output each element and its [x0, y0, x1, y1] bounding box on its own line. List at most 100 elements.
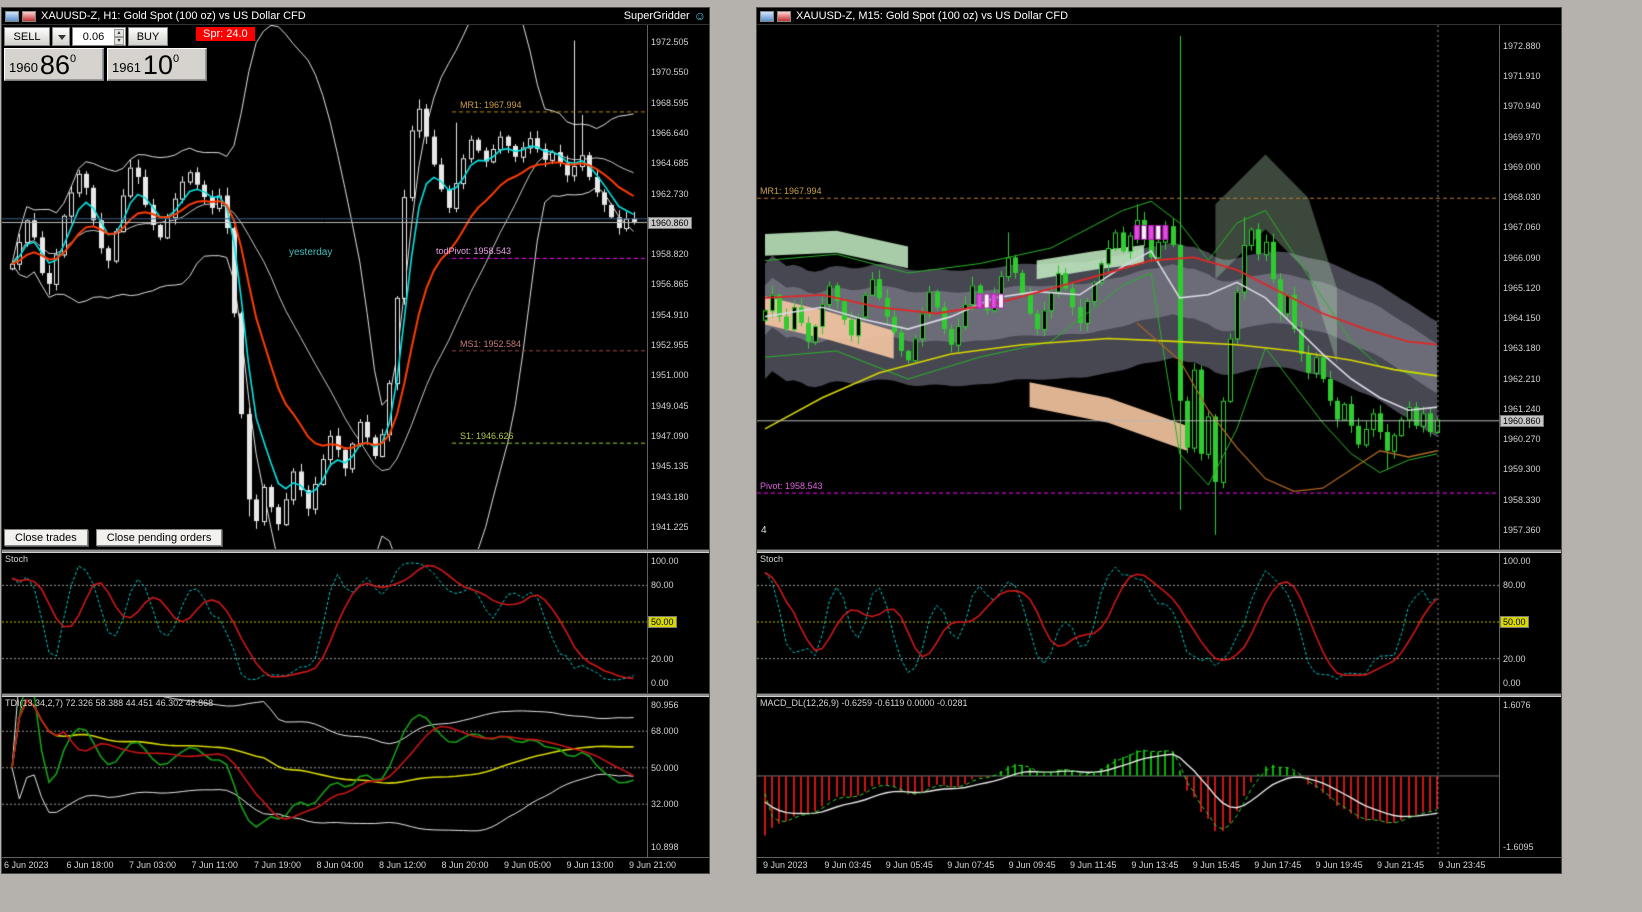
lot-size-value: 0.06 [82, 30, 105, 43]
price-tick: 10.898 [651, 842, 679, 852]
ea-name-label: SuperGridder [623, 10, 690, 22]
time-axis-h1[interactable]: 6 Jun 2023 6 Jun 18:00 7 Jun 03:00 7 Jun 11… [2, 857, 709, 873]
price-tick: 50.000 [651, 762, 679, 773]
main-chart-canvas-m15[interactable] [757, 25, 1499, 549]
time-label: 9 Jun 19:45 [1315, 860, 1363, 870]
ask-price-point: 0 [172, 53, 180, 65]
time-label: 9 Jun 09:45 [1008, 860, 1056, 870]
time-label: 9 Jun 03:45 [824, 860, 872, 870]
time-label: 7 Jun 03:00 [129, 860, 177, 870]
time-label: 9 Jun 05:00 [504, 860, 552, 870]
price-tick: 0.00 [651, 678, 669, 688]
bid-price-main: 1960 [9, 60, 38, 75]
price-axis-h1[interactable]: 1972.505 1970.550 1968.595 1966.640 1964.685… [647, 25, 709, 549]
lot-dropdown-button[interactable] [52, 27, 70, 46]
time-label: 8 Jun 20:00 [441, 860, 489, 870]
lot-decrease-button[interactable]: ▾ [114, 37, 124, 45]
level-label: MR1: 1967.994 [460, 99, 522, 110]
stray-label: 4 [761, 525, 767, 536]
level-label: MS1: 1952.584 [460, 338, 522, 349]
price-tick: 1964.685 [651, 158, 689, 169]
time-label: 9 Jun 11:45 [1070, 860, 1117, 870]
chart-icon [5, 10, 19, 22]
price-tick: 1968.030 [1503, 192, 1541, 203]
time-axis-m15[interactable]: 9 Jun 2023 9 Jun 03:45 9 Jun 05:45 9 Jun 07… [757, 857, 1561, 873]
stoch-axis-m15[interactable]: 100.00 80.00 20.00 0.00 50.00 [1499, 553, 1561, 693]
stoch-canvas-h1[interactable] [2, 553, 647, 693]
current-price-badge: 50.00 [1500, 616, 1529, 628]
indicator-icon [777, 10, 791, 22]
time-label: 9 Jun 21:00 [629, 860, 677, 870]
price-tick: 1943.180 [651, 491, 689, 502]
price-tick: 1963.180 [1503, 343, 1541, 354]
window-title: XAUUSD-Z, M15: Gold Spot (100 oz) vs US … [796, 10, 1069, 22]
spread-badge: Spr: 24.0 [196, 27, 255, 41]
macd-canvas[interactable] [757, 697, 1499, 857]
price-tick: 1966.640 [651, 127, 689, 138]
close-pending-orders-button[interactable]: Close pending orders [95, 529, 223, 546]
current-price-badge: 1960.860 [648, 216, 692, 229]
price-tick: 1951.000 [651, 370, 689, 381]
ask-price-pips: 10 [142, 50, 173, 81]
price-tick: 80.00 [1503, 580, 1526, 591]
price-tick: 1962.210 [1503, 373, 1541, 384]
macd-axis[interactable]: 1.6076 -1.6095 [1499, 697, 1561, 857]
price-tick: 1954.910 [651, 309, 689, 320]
price-tick: 1961.240 [1503, 403, 1541, 414]
price-tick: 1969.970 [1503, 131, 1541, 142]
price-tick: 1962.730 [651, 188, 689, 199]
price-tick: 1970.940 [1503, 101, 1541, 112]
price-tick: 80.956 [651, 700, 679, 710]
ea-buttons: Close trades Close pending orders [4, 529, 223, 546]
buy-button[interactable]: BUY [128, 27, 168, 46]
price-tick: 1945.135 [651, 461, 689, 472]
one-click-trading-panel: SELL 0.06 ▴ ▾ BUY Spr: 24.0 1960 86 0 1961 1… [4, 27, 255, 81]
stoch-axis-h1[interactable]: 100.00 80.00 20.00 0.00 50.00 [647, 553, 709, 693]
time-label: 9 Jun 21:45 [1377, 860, 1425, 870]
chart-icon [760, 10, 774, 22]
tdi-axis[interactable]: 80.956 68.000 50.000 32.000 10.898 [647, 697, 709, 857]
stoch-canvas-m15[interactable] [757, 553, 1499, 693]
indicator-label-macd: MACD_DL(12,26,9) -0.6259 -0.6119 0.0000 … [760, 698, 968, 708]
price-tick: 1958.820 [651, 249, 689, 260]
time-label: 9 Jun 15:45 [1192, 860, 1240, 870]
current-price-badge: 50.00 [648, 616, 677, 628]
indicator-label-stoch: Stoch [5, 554, 29, 564]
window-titlebar-h1[interactable]: XAUUSD-Z, H1: Gold Spot (100 oz) vs US D… [2, 8, 709, 25]
price-tick: 1972.505 [651, 36, 689, 47]
level-label: todPivot: 1958.543 [436, 246, 512, 257]
main-chart-canvas-h1[interactable] [2, 25, 647, 549]
price-tick: 1956.865 [651, 279, 689, 290]
bid-price-box[interactable]: 1960 86 0 [4, 48, 104, 81]
window-titlebar-m15[interactable]: XAUUSD-Z, M15: Gold Spot (100 oz) vs US … [757, 8, 1561, 25]
time-label: 9 Jun 07:45 [947, 860, 995, 870]
window-title: XAUUSD-Z, H1: Gold Spot (100 oz) vs US D… [41, 10, 306, 22]
close-trades-button[interactable]: Close trades [4, 529, 88, 546]
indicator-label-tdi: TDI(13,34,2,7) 72.326 58.388 44.451 46.3… [5, 698, 214, 708]
price-tick: 1972.880 [1503, 40, 1541, 51]
time-label: 8 Jun 04:00 [316, 860, 364, 870]
lot-increase-button[interactable]: ▴ [114, 29, 124, 37]
ea-status-icon[interactable]: ☺ [694, 10, 706, 22]
ask-price-box[interactable]: 1961 10 0 [107, 48, 207, 81]
mt4-desktop: { "icons": {"ea_smiley": "☺", "caret_dow… [0, 0, 1642, 912]
price-tick: 20.00 [651, 653, 674, 664]
time-label: 6 Jun 2023 [4, 860, 49, 870]
time-label: 7 Jun 11:00 [191, 860, 238, 870]
sell-button[interactable]: SELL [4, 27, 50, 46]
level-label: Pivot: 1958.543 [760, 481, 823, 492]
time-label: 9 Jun 05:45 [885, 860, 933, 870]
chart-window-h1: XAUUSD-Z, H1: Gold Spot (100 oz) vs US D… [1, 7, 710, 874]
price-axis-m15[interactable]: 1972.880 1971.910 1970.940 1969.970 1969.000… [1499, 25, 1561, 549]
price-tick: 0.00 [1503, 678, 1521, 688]
bid-price-point: 0 [69, 53, 77, 65]
price-tick: 1941.225 [651, 521, 689, 532]
caret-down-icon [58, 35, 66, 40]
tdi-canvas[interactable] [2, 697, 647, 857]
price-tick: 32.000 [651, 799, 679, 810]
price-tick: 20.00 [1503, 653, 1526, 664]
time-label: 7 Jun 19:00 [254, 860, 302, 870]
lot-stepper: ▴ ▾ [114, 29, 124, 45]
price-tick: 1957.360 [1503, 524, 1541, 535]
lot-size-input[interactable]: 0.06 ▴ ▾ [72, 27, 126, 46]
